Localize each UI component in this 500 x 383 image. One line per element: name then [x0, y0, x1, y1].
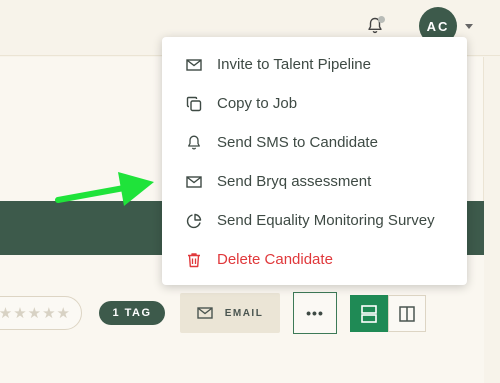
menu-item-send-equality-survey[interactable]: Send Equality Monitoring Survey [162, 201, 467, 240]
split-view-toggle[interactable] [388, 295, 426, 332]
email-button-label: EMAIL [224, 307, 264, 319]
rating-stars[interactable]: ★★★★★ [0, 296, 82, 330]
menu-item-send-sms[interactable]: Send SMS to Candidate [162, 123, 467, 162]
arrow-annotation-icon [55, 172, 154, 206]
menu-item-delete-candidate[interactable]: Delete Candidate [162, 240, 467, 279]
email-button[interactable]: EMAIL [180, 293, 280, 333]
candidate-actions-menu: Invite to Talent Pipeline Copy to Job Se… [162, 37, 467, 285]
menu-item-label: Send Bryq assessment [217, 173, 372, 190]
more-actions-button[interactable]: ••• [293, 292, 337, 334]
mail-icon [196, 307, 213, 319]
tag-badge[interactable]: 1 TAG [99, 301, 165, 325]
notifications-button[interactable] [364, 14, 386, 38]
notification-dot [378, 16, 385, 23]
menu-item-label: Invite to Talent Pipeline [217, 56, 371, 73]
mail-icon [184, 55, 204, 75]
list-view-toggle[interactable] [350, 295, 388, 332]
bell-icon [184, 133, 204, 153]
columns-icon [399, 305, 415, 322]
mail-icon [184, 172, 204, 192]
rows-icon [361, 304, 377, 323]
menu-item-send-bryq-assessment[interactable]: Send Bryq assessment [162, 162, 467, 201]
pie-chart-icon [184, 211, 204, 231]
menu-item-label: Send SMS to Candidate [217, 134, 378, 151]
menu-item-label: Send Equality Monitoring Survey [217, 212, 435, 229]
copy-icon [184, 94, 204, 114]
menu-item-invite-talent-pipeline[interactable]: Invite to Talent Pipeline [162, 45, 467, 84]
menu-item-label: Copy to Job [217, 95, 298, 112]
menu-item-copy-to-job[interactable]: Copy to Job [162, 84, 467, 123]
menu-item-label: Delete Candidate [217, 251, 333, 268]
trash-icon [184, 250, 204, 270]
caret-down-icon[interactable] [465, 24, 473, 29]
